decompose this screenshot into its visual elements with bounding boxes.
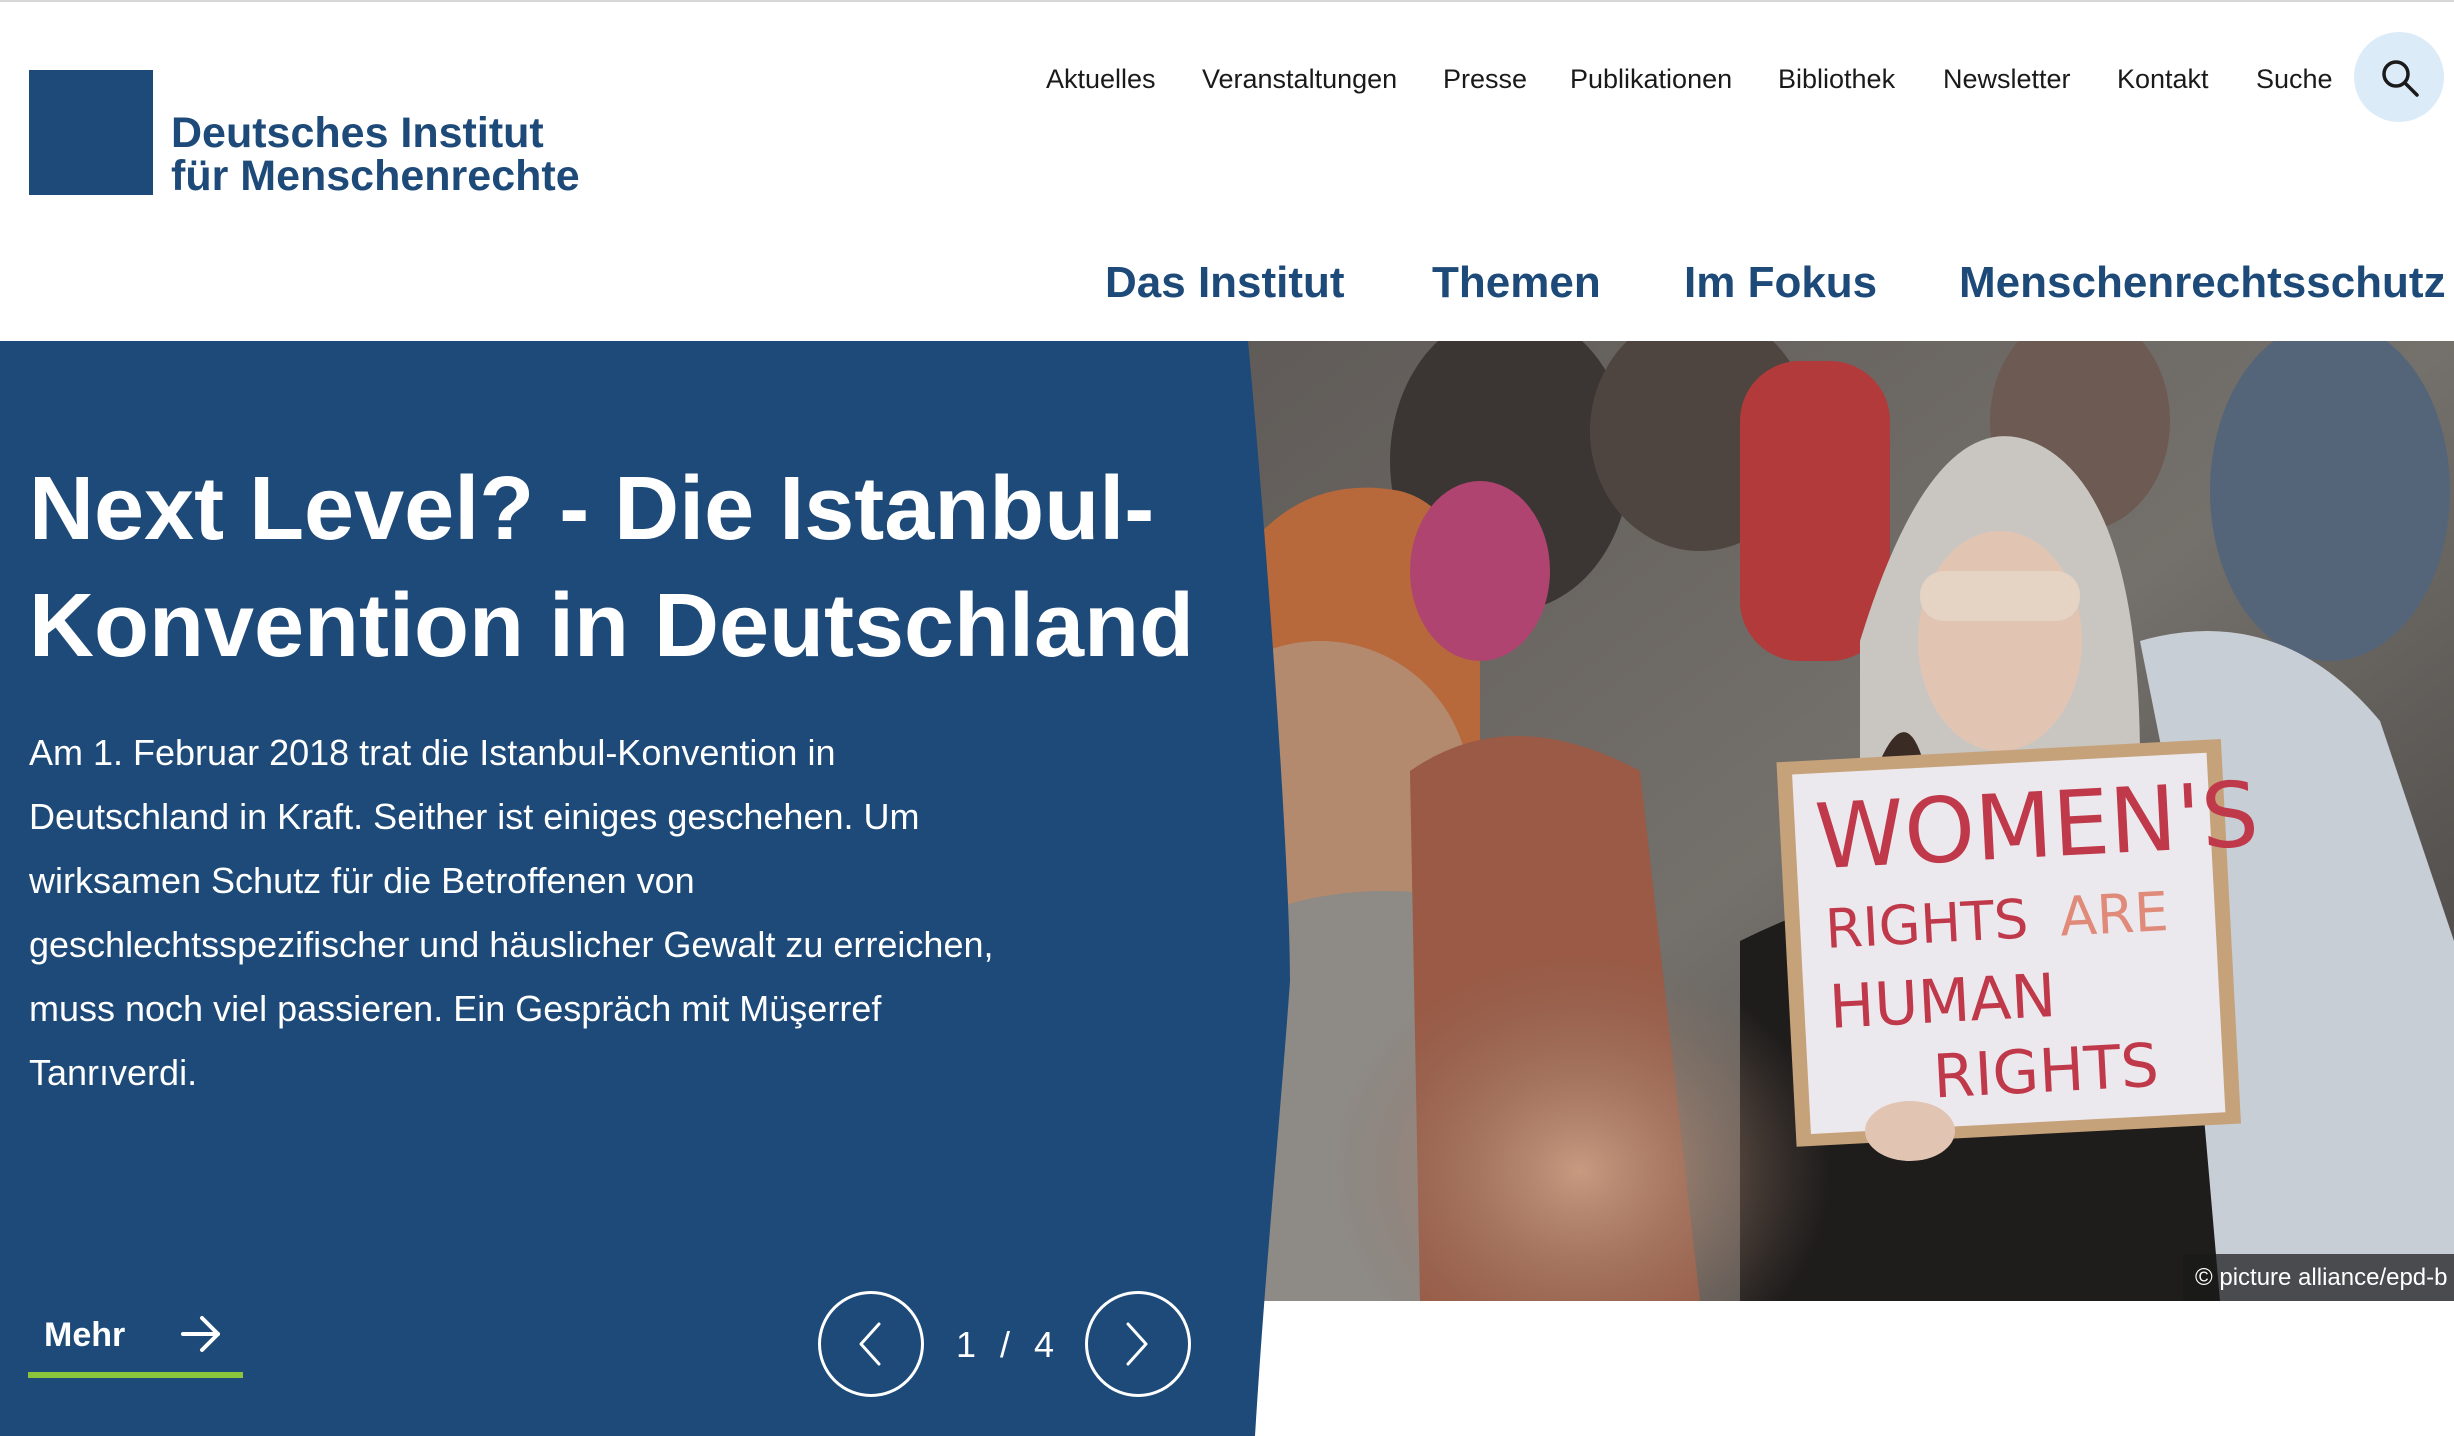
top-navigation: Aktuelles Veranstaltungen Presse Publika… (1000, 30, 2454, 130)
arrow-right-icon (181, 1316, 220, 1352)
topnav-publikationen[interactable]: Publikationen (1570, 64, 1732, 95)
hero-slider: WOMEN'S RIGHTS ARE HUMAN RIGHTS © pictur… (0, 341, 2454, 1436)
sign-line-2: RIGHTS (1824, 887, 2030, 961)
slider-prev-button[interactable] (818, 1291, 924, 1397)
hero-body-line: Deutschland in Kraft. Seither ist einige… (29, 796, 920, 837)
logo-line-2: für Menschenrechte (171, 152, 580, 200)
hero-title: Next Level? - Die Istanbul- Konvention i… (29, 451, 1229, 685)
more-link-label: Mehr (44, 1316, 126, 1354)
photo-credit: © picture alliance/epd-b (2183, 1254, 2454, 1301)
hero-title-line-2: Konvention in Deutschland (29, 576, 1195, 676)
topnav-suche[interactable]: Suche (2256, 64, 2333, 95)
hero-description: Am 1. Februar 2018 trat die Istanbul-Kon… (29, 721, 1089, 1105)
mainnav-das-institut[interactable]: Das Institut (1105, 258, 1345, 308)
search-button[interactable] (2354, 32, 2444, 122)
more-link-underline (28, 1372, 243, 1378)
hero-title-line-1: Next Level? - Die Istanbul- (29, 459, 1155, 559)
slider-pager: 1 / 4 (950, 1324, 1060, 1366)
logo-mark (29, 70, 153, 195)
hero-photo: WOMEN'S RIGHTS ARE HUMAN RIGHTS © pictur… (1180, 341, 2454, 1301)
chevron-left-icon (859, 1322, 881, 1366)
pager-separator: / (999, 1324, 1010, 1365)
mainnav-themen[interactable]: Themen (1432, 258, 1601, 308)
pager-current: 1 (955, 1324, 976, 1365)
topnav-newsletter[interactable]: Newsletter (1943, 64, 2071, 95)
topnav-aktuelles[interactable]: Aktuelles (1046, 64, 1156, 95)
topnav-kontakt[interactable]: Kontakt (2117, 64, 2209, 95)
mainnav-menschenrechtsschutz[interactable]: Menschenrechtsschutz (1959, 258, 2446, 308)
hero-body-line: geschlechtsspezifischer und häuslicher G… (29, 924, 994, 965)
protest-photo: WOMEN'S RIGHTS ARE HUMAN RIGHTS (1180, 341, 2454, 1301)
logo-line-1: Deutsches Institut (171, 109, 544, 157)
logo-wordmark: Deutsches Institut für Menschenrechte (171, 112, 631, 198)
top-border (0, 0, 2454, 2)
topnav-veranstaltungen[interactable]: Veranstaltungen (1202, 64, 1397, 95)
hero-body-line: muss noch viel passieren. Ein Gespräch m… (29, 988, 882, 1029)
chevron-right-icon (1126, 1322, 1148, 1366)
topnav-presse[interactable]: Presse (1443, 64, 1527, 95)
mainnav-im-fokus[interactable]: Im Fokus (1684, 258, 1877, 308)
hero-body-line: Am 1. Februar 2018 trat die Istanbul-Kon… (29, 732, 836, 773)
topnav-bibliothek[interactable]: Bibliothek (1778, 64, 1895, 95)
sign-line-3: ARE (2058, 880, 2170, 949)
sign-line-5: RIGHTS (1931, 1031, 2160, 1113)
pager-total: 4 (1034, 1324, 1055, 1365)
search-icon (2382, 60, 2419, 97)
more-link[interactable]: Mehr (28, 1296, 243, 1378)
hero-body-line: Tanrıverdi. (29, 1052, 198, 1093)
slider-next-button[interactable] (1085, 1291, 1191, 1397)
hero-body-line: wirksamen Schutz für die Betroffenen von (29, 860, 695, 901)
sign-line-4: HUMAN (1828, 961, 2058, 1043)
